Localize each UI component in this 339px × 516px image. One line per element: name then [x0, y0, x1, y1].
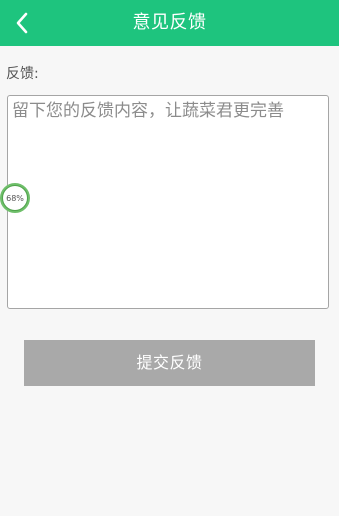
progress-text: 68%: [3, 186, 27, 210]
progress-badge: 68%: [0, 183, 30, 213]
feedback-label: 反馈:: [6, 66, 39, 82]
header-bar: 意见反馈: [0, 0, 339, 46]
submit-feedback-button[interactable]: 提交反馈: [24, 340, 315, 386]
feedback-input-container[interactable]: [7, 95, 329, 309]
page-title: 意见反馈: [132, 12, 207, 33]
feedback-input[interactable]: [12, 99, 324, 305]
